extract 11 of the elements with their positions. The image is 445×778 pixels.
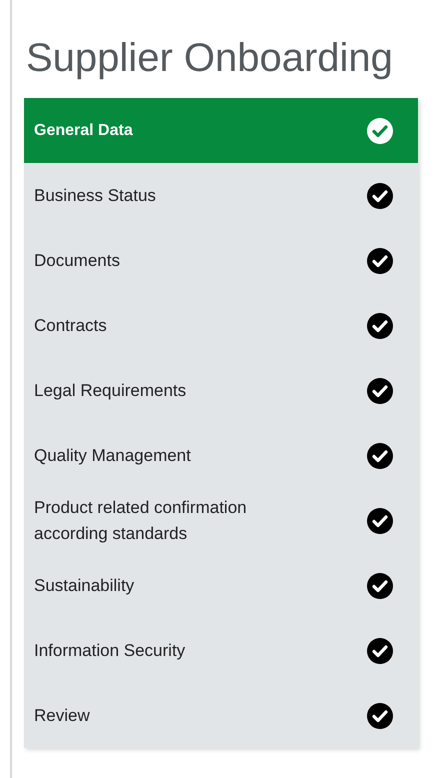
- step-item[interactable]: General Data: [24, 98, 418, 163]
- page-title: Supplier Onboarding: [26, 35, 394, 82]
- step-item[interactable]: Review: [24, 683, 418, 748]
- step-item[interactable]: Sustainability: [24, 553, 418, 618]
- step-item[interactable]: Contracts: [24, 293, 418, 358]
- step-item[interactable]: Quality Management: [24, 423, 418, 488]
- step-item[interactable]: Business Status: [24, 163, 418, 228]
- step-item[interactable]: Product related confirmation according standards: [24, 488, 418, 553]
- step-item[interactable]: Documents: [24, 228, 418, 293]
- step-item[interactable]: Legal Requirements: [24, 358, 418, 423]
- step-item[interactable]: Information Security: [24, 618, 418, 683]
